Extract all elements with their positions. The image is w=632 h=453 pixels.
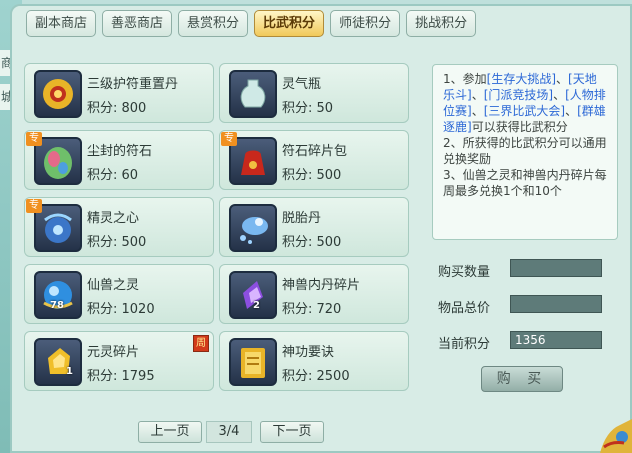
quantity-input[interactable] xyxy=(510,259,602,277)
vase-icon xyxy=(229,70,277,118)
info-p1-prefix: 1、参加 xyxy=(443,72,487,86)
shop-item[interactable]: 神功要诀 积分: 2500 xyxy=(219,331,409,391)
shop-item[interactable]: 脱胎丹 积分: 500 xyxy=(219,197,409,257)
corner-ornament-icon xyxy=(592,411,632,453)
tab-karma-shop[interactable]: 善恶商店 xyxy=(102,10,173,37)
next-page-button[interactable]: 下一页 xyxy=(260,421,324,443)
shop-item[interactable]: 专 符石碎片包 积分: 500 xyxy=(219,130,409,190)
info-p3: 3、仙兽之灵和神兽内丹碎片每周最多兑换1个和10个 xyxy=(443,168,607,198)
shop-item[interactable]: 78 仙兽之灵 积分: 1020 xyxy=(24,264,214,324)
item-points: 积分: 720 xyxy=(282,302,342,317)
item-name: 符石碎片包 xyxy=(282,144,348,159)
current-points-field: 1356 xyxy=(510,331,602,349)
shop-item[interactable]: 灵气瓶 积分: 50 xyxy=(219,63,409,123)
item-name: 神功要诀 xyxy=(282,345,335,360)
total-price-field xyxy=(510,295,602,313)
info-sep: 、 xyxy=(471,104,484,118)
item-points: 积分: 500 xyxy=(87,235,147,250)
link-sanjie-tournament[interactable]: [三界比武大会] xyxy=(484,104,565,118)
quantity-label: 购买数量 xyxy=(438,265,491,280)
tab-arena-points[interactable]: 比武积分 xyxy=(254,10,325,37)
shop-item[interactable]: 三级护符重置丹 积分: 800 xyxy=(24,63,214,123)
rebirth-pill-icon xyxy=(229,204,277,252)
rules-info-box: 1、参加[生存大挑战]、[天地乐斗]、[门派竞技场]、[人物排位赛]、[三界比武… xyxy=(432,64,618,240)
item-name: 仙兽之灵 xyxy=(87,278,140,293)
shop-tabs: 副本商店 善恶商店 悬赏积分 比武积分 师徒积分 挑战积分 xyxy=(26,10,477,38)
item-points: 积分: 1795 xyxy=(87,369,155,384)
tab-dungeon-shop[interactable]: 副本商店 xyxy=(26,10,97,37)
prev-page-button[interactable]: 上一页 xyxy=(138,421,202,443)
item-name: 尘封的符石 xyxy=(87,144,153,159)
item-points: 积分: 800 xyxy=(87,101,147,116)
item-points: 积分: 500 xyxy=(282,235,342,250)
weekly-tag: 周 xyxy=(193,335,209,352)
golden-book-icon xyxy=(229,338,277,386)
page-indicator: 3/4 xyxy=(206,421,252,443)
current-points-label: 当前积分 xyxy=(438,337,491,352)
item-points: 积分: 50 xyxy=(282,101,334,116)
exclusive-tag: 专 xyxy=(26,132,42,146)
tab-challenge-points[interactable]: 挑战积分 xyxy=(406,10,477,37)
item-name: 精灵之心 xyxy=(87,211,140,226)
exclusive-tag: 专 xyxy=(221,132,237,146)
shop-item[interactable]: 专 精灵之心 积分: 500 xyxy=(24,197,214,257)
golden-amulet-icon xyxy=(34,70,82,118)
info-p2: 2、所获得的比武积分可以通用兑换奖励 xyxy=(443,136,607,166)
item-points: 积分: 500 xyxy=(282,168,342,183)
info-p1-suffix: 可以获得比武积分 xyxy=(471,120,568,134)
item-points: 积分: 1020 xyxy=(87,302,155,317)
item-name: 三级护符重置丹 xyxy=(87,77,179,92)
shop-item[interactable]: 1 周 元灵碎片 积分: 1795 xyxy=(24,331,214,391)
info-sep: 、 xyxy=(556,72,569,86)
info-sep: 、 xyxy=(471,88,484,102)
total-price-label: 物品总价 xyxy=(438,301,491,316)
item-name: 灵气瓶 xyxy=(282,77,322,92)
info-sep: 、 xyxy=(553,88,566,102)
tab-bounty-points[interactable]: 悬赏积分 xyxy=(178,10,249,37)
tab-mentor-points[interactable]: 师徒积分 xyxy=(330,10,401,37)
exclusive-tag: 专 xyxy=(26,199,42,213)
link-survival-challenge[interactable]: [生存大挑战] xyxy=(487,72,556,86)
info-sep: 、 xyxy=(565,104,578,118)
shop-item[interactable]: 专 尘封的符石 积分: 60 xyxy=(24,130,214,190)
item-name: 脱胎丹 xyxy=(282,211,322,226)
item-name: 元灵碎片 xyxy=(87,345,140,360)
item-name: 神兽内丹碎片 xyxy=(282,278,361,293)
buy-button[interactable]: 购 买 xyxy=(481,366,563,392)
shop-item[interactable]: 2 神兽内丹碎片 积分: 720 xyxy=(219,264,409,324)
link-sect-arena[interactable]: [门派竞技场] xyxy=(484,88,553,102)
item-points: 积分: 2500 xyxy=(282,369,350,384)
item-points: 积分: 60 xyxy=(87,168,139,183)
